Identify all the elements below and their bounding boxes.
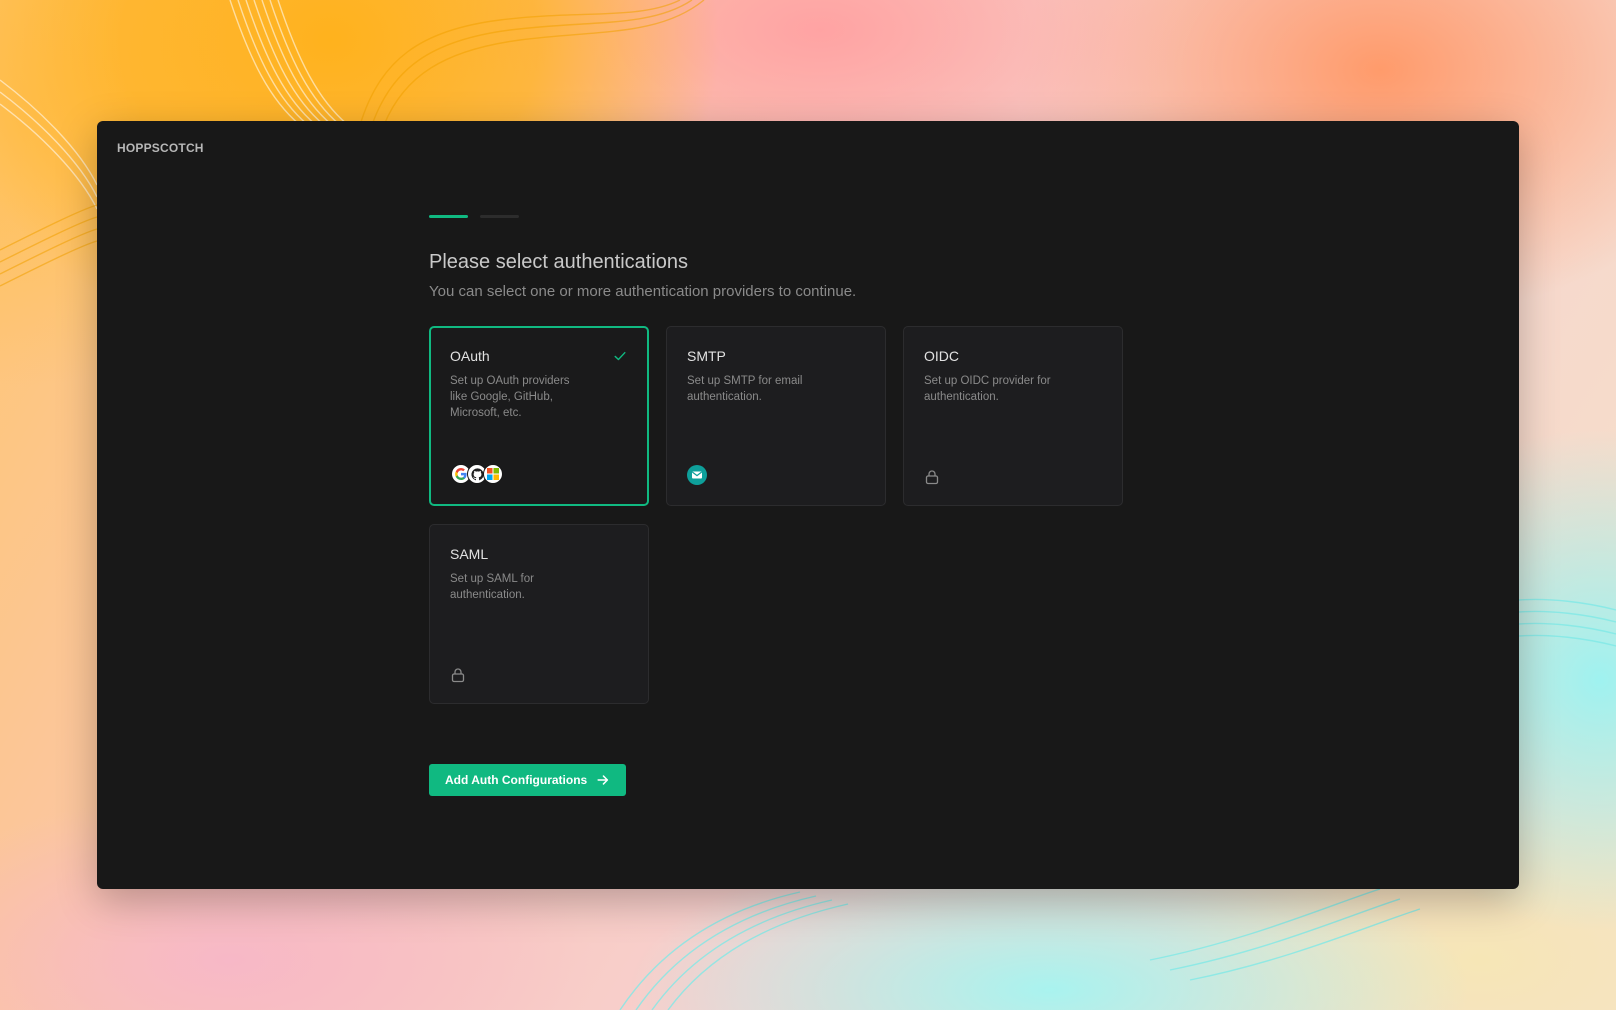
page-title: Please select authentications [429,251,689,273]
provider-title: OIDC [924,348,959,364]
provider-card-saml[interactable]: SAML Set up SAML for authentication. [429,524,649,704]
page-subtitle: You can select one or more authenticatio… [429,283,857,300]
lock-icon [925,470,939,485]
check-icon [614,351,626,361]
provider-description: Set up OAuth providers like Google, GitH… [450,375,570,419]
provider-title: OAuth [450,348,490,364]
add-auth-configurations-button[interactable]: Add Auth Configurations [429,764,627,796]
provider-title: SAML [450,546,489,562]
microsoft-icon [483,464,503,484]
provider-card-oidc[interactable]: OIDC Set up OIDC provider for authentica… [903,326,1123,506]
provider-icons [687,465,707,485]
mail-icon [687,465,707,485]
step-1-indicator [429,215,468,218]
step-indicator [429,215,1149,218]
provider-icons [924,469,940,485]
provider-icons [450,667,466,683]
step-2-indicator [480,215,519,218]
provider-icons [451,464,503,484]
provider-card-smtp[interactable]: SMTP Set up SMTP for email authenticatio… [666,326,886,506]
provider-description: Set up OIDC provider for authentication. [924,375,1051,403]
arrow-right-icon [597,775,609,785]
onboarding-content: Please select authentications You can se… [429,215,1149,796]
lock-icon [451,668,465,683]
provider-description: Set up SMTP for email authentication. [687,375,803,403]
button-label: Add Auth Configurations [445,773,588,787]
auth-provider-grid: OAuth Set up OAuth providers like Google… [429,326,1149,704]
app-brand: HOPPSCOTCH [117,141,204,155]
provider-card-oauth[interactable]: OAuth Set up OAuth providers like Google… [429,326,649,506]
setup-window: HOPPSCOTCH Please select authentications… [97,121,1519,889]
provider-title: SMTP [687,348,726,364]
provider-description: Set up SAML for authentication. [450,573,534,601]
